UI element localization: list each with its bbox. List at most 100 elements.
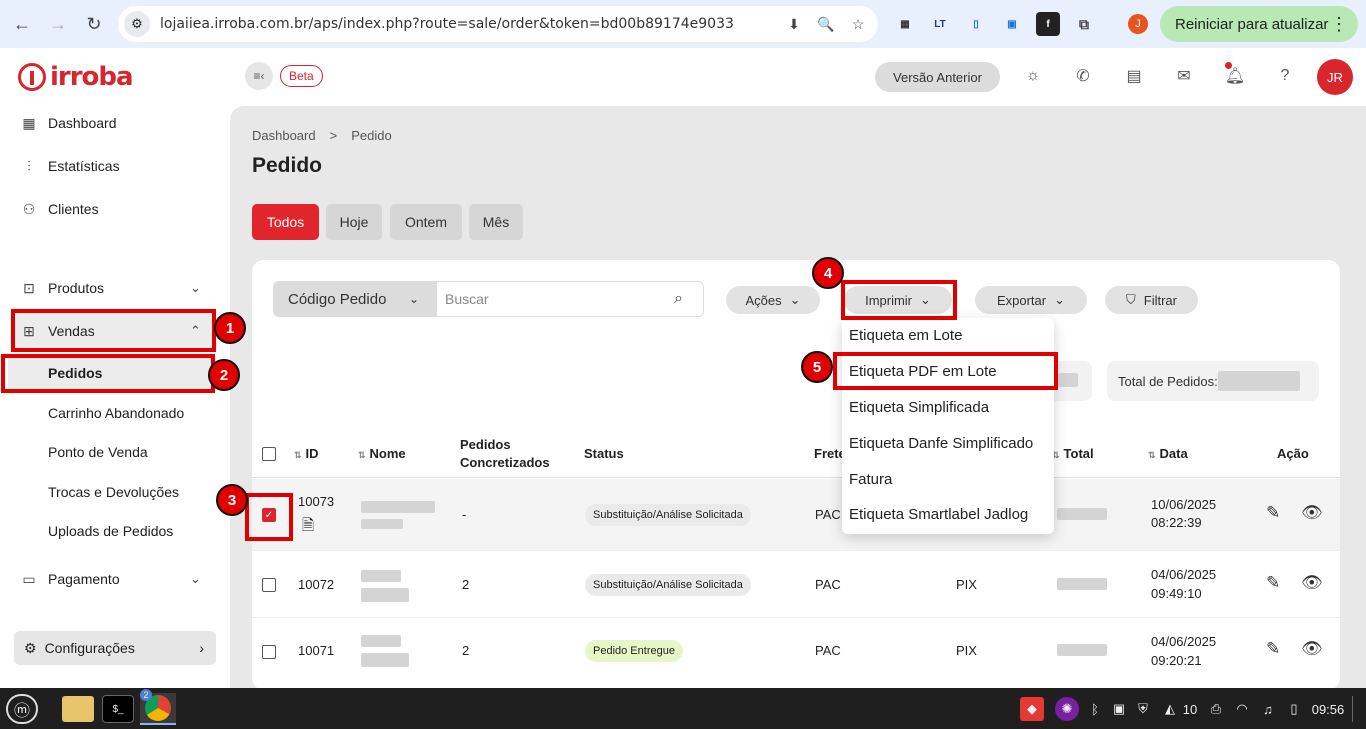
- user-avatar[interactable]: JR: [1317, 59, 1353, 95]
- versao-anterior-button[interactable]: Versão Anterior: [875, 62, 1000, 92]
- header-data[interactable]: ⇅ Data: [1148, 445, 1188, 464]
- sidebar-item-clientes[interactable]: ⚇ Clientes: [20, 197, 99, 221]
- clipboard-icon[interactable]: ▣: [1110, 693, 1128, 725]
- sidebar-item-produtos[interactable]: ⊡ Produtos ⌄: [20, 276, 201, 300]
- select-all-checkbox[interactable]: [262, 447, 276, 461]
- row-checkbox[interactable]: [262, 645, 276, 659]
- sidebar-item-configuracoes[interactable]: ⚙ Configurações ›: [14, 631, 216, 665]
- forward-icon[interactable]: →: [46, 12, 70, 36]
- update-button[interactable]: Reiniciar para atualizar ⋮: [1160, 6, 1358, 42]
- dashboard-grid-icon: ▦: [22, 114, 36, 131]
- sidebar-subitem-carrinho[interactable]: Carrinho Abandonado: [48, 405, 184, 421]
- exportar-label: Exportar: [996, 292, 1047, 308]
- mail-icon[interactable]: ✉: [1170, 62, 1198, 90]
- whatsapp-icon[interactable]: ✆: [1069, 62, 1097, 90]
- profile-avatar[interactable]: J: [1128, 14, 1148, 34]
- table-row[interactable]: 10071 2 Pedido Entregue PAC PIX 04/06/20…: [252, 619, 1340, 689]
- edit-pencil-icon[interactable]: ✎: [1266, 573, 1280, 593]
- extension-lt-icon[interactable]: LT: [928, 12, 952, 36]
- sidebar-item-estatisticas[interactable]: ⫶ Estatísticas: [20, 154, 119, 178]
- battery-icon[interactable]: ▯: [1284, 693, 1304, 725]
- help-icon[interactable]: ?: [1271, 62, 1299, 90]
- printer-icon[interactable]: ⎙: [1206, 693, 1226, 725]
- extension-font-icon[interactable]: f: [1036, 12, 1060, 36]
- site-info-icon[interactable]: ⚙: [124, 11, 150, 37]
- extension-card-icon[interactable]: ▣: [1000, 12, 1024, 36]
- order-date: 04/06/2025: [1151, 567, 1217, 582]
- music-icon[interactable]: ♫: [1258, 693, 1278, 725]
- header-id[interactable]: ⇅ ID: [294, 445, 319, 464]
- view-eye-icon[interactable]: 👁︎: [1301, 639, 1323, 659]
- menu-item-etiqueta-danfe[interactable]: Etiqueta Danfe Simplificado: [849, 435, 1033, 452]
- tab-todos[interactable]: Todos: [252, 204, 319, 240]
- extension-qr-icon[interactable]: ▦: [893, 12, 917, 36]
- header-total[interactable]: ⇅ Total: [1052, 445, 1094, 464]
- order-id[interactable]: 10072: [298, 577, 334, 592]
- exportar-button[interactable]: Exportar ⌄: [975, 286, 1087, 314]
- status-badge: Substituição/Análise Solicitada: [585, 574, 751, 596]
- menu-item-fatura[interactable]: Fatura: [849, 471, 892, 488]
- anydesk-icon[interactable]: ◆: [1020, 697, 1044, 721]
- menu-item-etiqueta-smartlabel[interactable]: Etiqueta Smartlabel Jadlog: [849, 506, 1028, 523]
- redacted-name: [361, 519, 403, 529]
- sidebar-item-label: Produtos: [48, 280, 105, 296]
- sidebar-item-pagamento[interactable]: ▭ Pagamento ⌄: [20, 567, 201, 591]
- annotation-box-imprimir: [841, 280, 957, 320]
- clock[interactable]: 09:56: [1308, 693, 1348, 725]
- calendar-icon[interactable]: ▤: [1120, 62, 1148, 90]
- row-checkbox[interactable]: [262, 578, 276, 592]
- pagamento-value: PIX: [956, 577, 977, 592]
- address-bar[interactable]: ⚙ lojaiiea.irroba.com.br/aps/index.php?r…: [118, 6, 878, 42]
- breadcrumb-separator: >: [329, 128, 338, 143]
- file-manager-icon[interactable]: [62, 696, 94, 722]
- sort-icon: ⇅: [1148, 450, 1156, 460]
- header-data-label: Data: [1159, 446, 1188, 461]
- table-row[interactable]: ✓ 10073 🗎 - Substituição/Análise Solicit…: [252, 479, 1340, 551]
- filtrar-button[interactable]: ⛉ Filtrar: [1105, 286, 1198, 314]
- tab-ontem[interactable]: Ontem: [390, 204, 462, 240]
- sidebar-subitem-uploads[interactable]: Uploads de Pedidos: [48, 523, 173, 539]
- extensions-puzzle-icon[interactable]: ⧉: [1072, 12, 1096, 36]
- mint-menu-icon[interactable]: ⓜ: [6, 694, 38, 724]
- sidebar-subitem-ponto-venda[interactable]: Ponto de Venda: [48, 444, 148, 460]
- order-id[interactable]: 10071: [298, 643, 334, 658]
- irroba-logo[interactable]: irroba: [18, 62, 134, 92]
- shield-icon[interactable]: ⛨: [1134, 693, 1152, 725]
- table-row[interactable]: 10072 2 Substituição/Análise Solicitada …: [252, 552, 1340, 618]
- search-icon[interactable]: ⌕: [674, 290, 683, 308]
- reload-icon[interactable]: ↻: [82, 12, 106, 36]
- menu-item-etiqueta-lote[interactable]: Etiqueta em Lote: [849, 327, 962, 344]
- tab-hoje[interactable]: Hoje: [326, 204, 382, 240]
- header-nome[interactable]: ⇅ Nome: [358, 445, 406, 464]
- notification-tray-icon[interactable]: ◭: [1160, 693, 1180, 725]
- search-field-select[interactable]: Código Pedido ⌄: [273, 281, 437, 317]
- view-eye-icon[interactable]: 👁︎: [1301, 503, 1323, 523]
- bluetooth-icon[interactable]: ᛒ: [1086, 693, 1104, 725]
- back-icon[interactable]: ←: [10, 12, 34, 36]
- sidebar-item-dashboard[interactable]: ▦ Dashboard: [20, 111, 116, 135]
- zoom-icon[interactable]: 🔍: [816, 14, 836, 34]
- order-id[interactable]: 10073: [298, 494, 334, 509]
- document-icon[interactable]: 🗎: [302, 515, 314, 540]
- edit-pencil-icon[interactable]: ✎: [1266, 503, 1280, 523]
- show-desktop-button[interactable]: [1352, 696, 1360, 722]
- search-input[interactable]: Buscar ⌕: [437, 281, 704, 317]
- terminal-icon[interactable]: $_: [102, 695, 134, 723]
- bookmark-star-icon[interactable]: ☆: [848, 14, 868, 34]
- edit-pencil-icon[interactable]: ✎: [1266, 639, 1280, 659]
- sidebar-subitem-trocas[interactable]: Trocas e Devoluções: [48, 484, 179, 500]
- menu-dots-icon[interactable]: ⋮: [1330, 14, 1348, 35]
- view-eye-icon[interactable]: 👁︎: [1301, 573, 1323, 593]
- breadcrumb-dashboard[interactable]: Dashboard: [252, 128, 316, 143]
- collapse-sidebar-icon[interactable]: ≡‹: [245, 62, 273, 90]
- acoes-button[interactable]: Ações ⌄: [726, 286, 820, 314]
- url-text[interactable]: lojaiiea.irroba.com.br/aps/index.php?rou…: [160, 16, 734, 32]
- theme-sun-icon[interactable]: ☼: [1019, 62, 1047, 90]
- tab-mes[interactable]: Mês: [469, 204, 523, 240]
- extension-doc-icon[interactable]: ▯: [964, 12, 988, 36]
- menu-item-etiqueta-simplificada[interactable]: Etiqueta Simplificada: [849, 399, 989, 416]
- annotation-box-checkbox: [245, 493, 293, 541]
- firefox-tray-icon[interactable]: ✺: [1055, 697, 1079, 721]
- install-icon[interactable]: ⬇: [784, 14, 804, 34]
- wifi-icon[interactable]: ◠: [1232, 693, 1252, 725]
